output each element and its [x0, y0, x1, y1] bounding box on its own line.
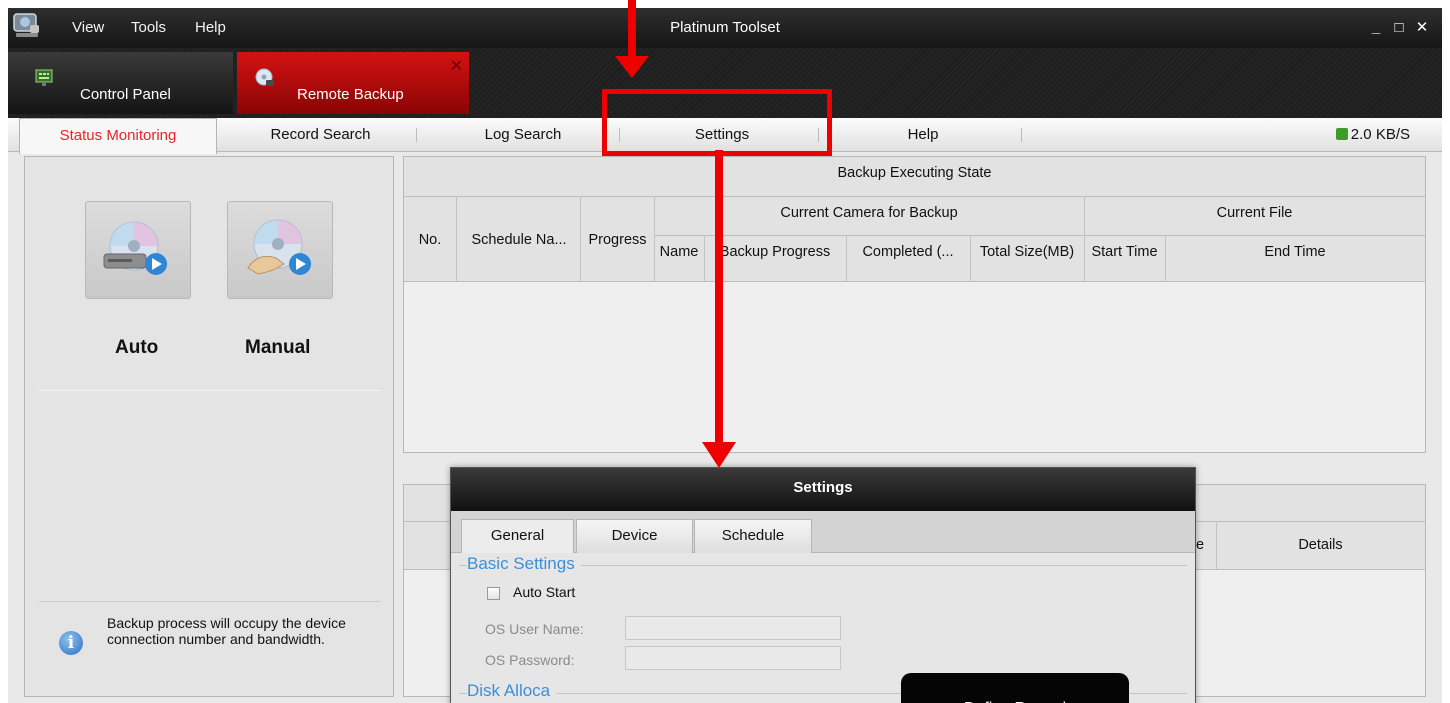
col-total-size[interactable]: Total Size(MB)	[970, 244, 1084, 260]
col-start-time[interactable]: Start Time	[1084, 244, 1165, 260]
tab-control-panel[interactable]: Control Panel	[8, 52, 233, 114]
col-schedule-name[interactable]: Schedule Na...	[457, 232, 581, 248]
tab-close-icon[interactable]: ✕	[450, 56, 463, 76]
os-password-label: OS Password:	[485, 652, 575, 668]
col-end-time[interactable]: End Time	[1165, 244, 1425, 260]
dialog-tab-bar: General Device Schedule	[451, 511, 1195, 554]
close-button[interactable]: ✕	[1411, 18, 1433, 38]
download-speed: 2.0 KB/S	[1335, 118, 1410, 152]
annotation-highlight-box	[602, 89, 832, 156]
monitor-icon	[35, 69, 53, 86]
manual-backup-button[interactable]	[227, 201, 333, 299]
table-title: Backup Executing State	[837, 165, 992, 181]
tab-separator	[416, 128, 417, 142]
info-icon: i	[59, 631, 83, 655]
col-backup-progress[interactable]: Backup Progress	[704, 244, 846, 260]
disk-allocation-title: Disk Alloca	[467, 681, 557, 701]
grid-line	[654, 235, 1425, 236]
grid-line	[580, 196, 581, 281]
tab-record-search[interactable]: Record Search	[228, 118, 413, 152]
divider	[39, 601, 381, 602]
tab-separator	[1021, 128, 1022, 142]
annotation-arrow-icon	[702, 442, 736, 468]
os-user-label: OS User Name:	[485, 621, 584, 637]
divider	[39, 390, 381, 391]
col-group-file: Current File	[1216, 205, 1293, 221]
manual-label: Manual	[245, 337, 311, 358]
tab-remote-backup[interactable]: Remote Backup ✕	[237, 52, 469, 114]
manual-backup-icon	[247, 219, 311, 275]
backup-state-table: Backup Executing State No. Schedule Na..…	[403, 156, 1426, 453]
grid-line	[404, 281, 1425, 282]
annotation-arrow-shaft	[628, 0, 636, 60]
os-password-field[interactable]	[625, 646, 841, 670]
callout-tooltip: Define Record	[901, 673, 1129, 703]
col-completed[interactable]: Completed (...	[846, 244, 970, 260]
grid-line	[654, 196, 655, 281]
tab-device[interactable]: Device	[576, 519, 693, 553]
minimize-button[interactable]: _	[1365, 18, 1387, 38]
col-details[interactable]: Details	[1216, 537, 1425, 553]
tab-help[interactable]: Help	[823, 118, 1023, 152]
auto-start-label: Auto Start	[513, 584, 576, 600]
title-bar: View Tools Help Platinum Toolset _ □ ✕	[8, 8, 1442, 48]
tab-log-search[interactable]: Log Search	[428, 118, 618, 152]
auto-backup-button[interactable]	[85, 201, 191, 299]
grid-line	[1084, 196, 1085, 281]
info-text: Backup process will occupy the device co…	[107, 615, 346, 647]
basic-settings-title: Basic Settings	[467, 554, 581, 574]
grid-line	[404, 196, 1425, 197]
download-arrow-icon	[1335, 128, 1348, 140]
tab-remote-backup-label: Remote Backup	[297, 86, 404, 103]
dialog-title: Settings	[451, 468, 1195, 511]
annotation-arrow-icon	[615, 56, 649, 78]
col-camera-name[interactable]: Name	[654, 244, 704, 260]
grid-line	[704, 235, 705, 281]
grid-line	[456, 196, 457, 281]
backup-mode-panel: Auto Manual i Backup process will occupy…	[24, 156, 394, 697]
tab-control-panel-label: Control Panel	[80, 86, 171, 103]
window-title: Platinum Toolset	[670, 19, 780, 36]
tab-general[interactable]: General	[461, 519, 574, 554]
disc-icon	[255, 68, 274, 86]
col-partial[interactable]: e	[1196, 537, 1216, 553]
tab-schedule[interactable]: Schedule	[694, 519, 812, 553]
tab-status-monitoring[interactable]: Status Monitoring	[19, 118, 217, 154]
os-user-field[interactable]	[625, 616, 841, 640]
auto-label: Auto	[115, 337, 159, 358]
grid-line	[1165, 235, 1166, 281]
auto-backup-icon	[103, 221, 167, 275]
annotation-arrow-shaft	[715, 150, 723, 450]
speed-value: 2.0 KB/S	[1350, 126, 1410, 143]
auto-start-checkbox[interactable]	[487, 587, 500, 600]
col-no[interactable]: No.	[404, 232, 456, 248]
maximize-button[interactable]: □	[1388, 18, 1410, 38]
settings-dialog: Settings General Device Schedule Basic S…	[450, 467, 1196, 703]
grid-line	[846, 235, 847, 281]
col-progress[interactable]: Progress	[581, 232, 654, 248]
grid-line	[970, 235, 971, 281]
